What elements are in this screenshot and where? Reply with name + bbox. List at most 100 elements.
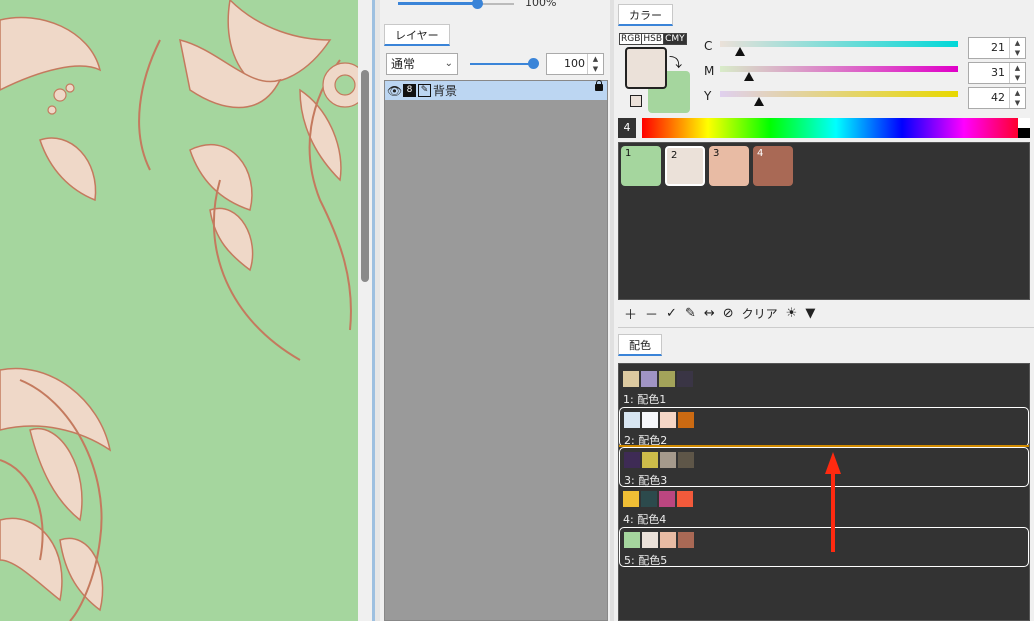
scheme-color-swatch[interactable] [642,452,658,468]
scheme-item[interactable]: 1: 配色1 [619,367,1029,407]
scheme-color-swatch[interactable] [624,412,640,428]
slider-marker-m[interactable] [744,72,755,81]
scheme-swatches [623,491,693,507]
resize-horizontal-icon[interactable]: ↔ [704,306,715,321]
layer-opacity-input[interactable]: 100 ▲ ▼ [546,53,604,75]
scheme-color-swatch[interactable] [678,532,694,548]
scheme-label: 5: 配色5 [624,554,668,567]
magenta-input[interactable]: 31 ▲ ▼ [968,62,1026,84]
cmy-label: C [704,39,713,53]
cmy-label: M [704,64,715,78]
scheme-color-swatch[interactable] [660,452,676,468]
mode-hsb[interactable]: HSB [642,34,665,44]
pencil-icon[interactable]: ✎ [685,306,696,321]
scheme-color-swatch[interactable] [624,532,640,548]
color-panel: カラー RGB HSB CMY ⤵ C 21 ▲ ▼ M 31 ▲ ▼ Y 42… [614,0,1034,621]
layer-list[interactable]: 👁 8 ✎ 背景 [384,80,608,621]
scheme-item[interactable]: 2: 配色2 [619,407,1029,447]
scheme-color-swatch[interactable] [660,532,676,548]
scheme-color-swatch[interactable] [642,412,658,428]
canvas-scrollbar-thumb[interactable] [361,70,369,282]
palette-swatch[interactable]: 3 [709,146,749,186]
scheme-color-swatch[interactable] [677,491,693,507]
spinner-icon[interactable]: ▲ ▼ [587,54,603,74]
slider-marker-c[interactable] [734,47,745,56]
scheme-color-swatch[interactable] [642,532,658,548]
app-window: 100% レイヤー 通常 ⌄ 100 ▲ ▼ 👁 8 ✎ 背景 カラー RGB … [0,0,1034,621]
scheme-item[interactable]: 4: 配色4 [619,487,1029,527]
slider-knob[interactable] [528,58,539,69]
no-entry-icon[interactable]: ⊘ [723,306,734,321]
cmy-row-c: C 21 ▲ ▼ [704,37,1034,61]
scheme-color-swatch[interactable] [660,412,676,428]
scheme-color-swatch[interactable] [678,452,694,468]
scheme-swatches [623,371,693,387]
tab-color-scheme[interactable]: 配色 [618,334,662,356]
scheme-color-swatch[interactable] [659,371,675,387]
yellow-input[interactable]: 42 ▲ ▼ [968,87,1026,109]
eye-icon[interactable]: 👁 [387,84,402,98]
tab-color[interactable]: カラー [618,4,673,26]
layer-opacity-slider[interactable] [470,58,539,69]
minus-icon[interactable]: － [645,304,658,323]
spinner-icon[interactable]: ▲ ▼ [1009,88,1025,108]
scheme-color-swatch[interactable] [641,371,657,387]
scheme-color-swatch[interactable] [641,491,657,507]
blend-mode-select[interactable]: 通常 ⌄ [386,53,458,75]
color-scheme-list[interactable]: 1: 配色1 2: 配色2 3: 配色3 4: 配色4 5: 配色5 [618,363,1030,621]
reset-colors-icon[interactable] [630,95,642,107]
magenta-slider[interactable] [720,66,958,72]
layer-mask-icon[interactable]: 8 [403,84,416,97]
yellow-value: 42 [991,91,1005,104]
swap-colors-icon[interactable]: ⤵ [669,52,682,71]
sun-icon[interactable]: ☀ [786,306,798,321]
scheme-swatches [624,412,694,428]
caret-down-icon[interactable]: ▼ [805,306,815,321]
cyan-input[interactable]: 21 ▲ ▼ [968,37,1026,59]
scheme-color-swatch[interactable] [623,491,639,507]
hue-spectrum-bar[interactable] [642,118,1030,138]
mode-cmy[interactable]: CMY [664,34,686,44]
layer-toolbar: 通常 ⌄ 100 ▲ ▼ [384,52,606,76]
spinner-icon[interactable]: ▲ ▼ [1009,63,1025,83]
scheme-item[interactable]: 3: 配色3 [619,447,1029,487]
palette-swatch[interactable]: 2 [665,146,705,186]
lock-icon[interactable] [595,80,603,91]
pen-icon[interactable]: ✎ [418,84,431,97]
magenta-value: 31 [991,66,1005,79]
drawing-canvas[interactable] [0,0,358,621]
foreground-color-swatch[interactable] [625,47,667,89]
swatch-label: 2 [671,150,678,161]
slider-knob[interactable] [472,0,483,9]
scheme-label: 3: 配色3 [624,474,668,487]
palette-swatch[interactable]: 1 [621,146,661,186]
red-arrow-up-icon [825,452,841,552]
slider-fill [398,2,478,5]
cmy-row-m: M 31 ▲ ▼ [704,62,1034,86]
color-palette[interactable]: 1 2 3 4 [618,142,1030,300]
cyan-slider[interactable] [720,41,958,47]
slider-marker-y[interactable] [754,97,765,106]
black-white-strip[interactable] [1018,118,1030,138]
clear-button[interactable]: クリア [742,305,778,322]
scheme-color-swatch[interactable] [678,412,694,428]
scheme-color-swatch[interactable] [624,452,640,468]
check-icon[interactable]: ✓ [666,306,677,321]
blend-mode-value: 通常 [391,57,416,71]
color-mode-tabs: RGB HSB CMY [619,33,687,45]
top-opacity-slider[interactable] [398,0,518,9]
palette-swatch[interactable]: 4 [753,146,793,186]
scheme-color-swatch[interactable] [677,371,693,387]
mode-rgb[interactable]: RGB [620,34,643,44]
scheme-color-swatch[interactable] [659,491,675,507]
scheme-color-swatch[interactable] [623,371,639,387]
chevron-down-icon: ⌄ [444,58,453,69]
scheme-swatches [624,532,694,548]
layer-item-background[interactable]: 👁 8 ✎ 背景 [385,80,607,100]
spinner-icon[interactable]: ▲ ▼ [1009,38,1025,58]
canvas-scrollbar[interactable] [358,0,372,621]
tab-layer[interactable]: レイヤー [384,24,450,46]
add-icon[interactable]: ＋ [624,304,637,323]
layer-name: 背景 [433,84,458,98]
scheme-item[interactable]: 5: 配色5 [619,527,1029,567]
